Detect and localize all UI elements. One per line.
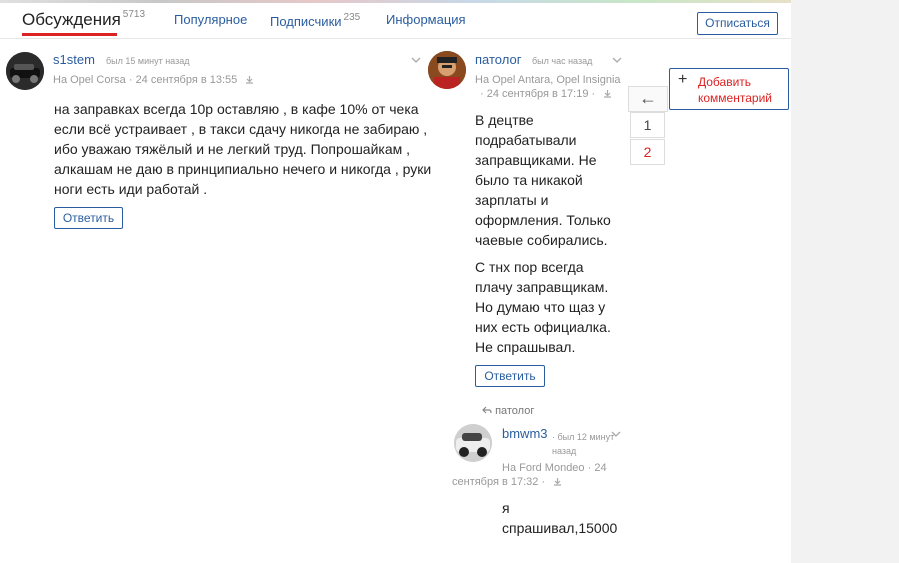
comment-meta: сентября в 17:32 ·	[452, 476, 562, 488]
last-seen-text: был 15 минут назад	[106, 56, 190, 66]
reply-button[interactable]: Ответить	[475, 365, 545, 387]
comment-date-part[interactable]: сентября в 17:32	[452, 476, 538, 488]
tab-info[interactable]: Информация	[386, 12, 466, 27]
comment-meta: На Opel Corsa · 24 сентября в 13:55	[53, 74, 254, 86]
car-link[interactable]: На Opel Antara, Opel Insignia	[475, 74, 621, 86]
seen-value: был 12 минут назад	[552, 432, 615, 456]
comment-date[interactable]: 24 сентября в 13:55	[136, 74, 238, 86]
chevron-down-icon[interactable]	[611, 430, 621, 438]
username-link[interactable]: s1stem	[53, 52, 95, 67]
avatar[interactable]	[6, 52, 44, 90]
tab-label: Информация	[386, 12, 466, 27]
last-seen-text: был час назад	[532, 56, 593, 66]
meta-separator: ·	[591, 88, 599, 100]
tab-bar: Обсуждения 5713 Популярное Подписчики 235 …	[0, 3, 791, 39]
tab-subscribers[interactable]: Подписчики 235	[270, 12, 360, 29]
anchor-icon[interactable]	[245, 75, 254, 84]
comment-meta: На Ford Mondeo · 24	[502, 462, 607, 474]
tab-discussions[interactable]: Обсуждения 5713	[22, 9, 145, 30]
comment-date-part[interactable]: 24	[594, 462, 606, 474]
meta-separator: ·	[541, 476, 549, 488]
tab-label: Популярное	[174, 12, 248, 27]
meta-separator: ·	[480, 88, 487, 100]
comment-text-line: я	[502, 500, 510, 516]
comment-text: В децтве подрабатывали заправщиками. Не …	[475, 112, 611, 248]
username-link[interactable]: bmwm3	[502, 426, 548, 441]
pager-page-2[interactable]: 2	[630, 139, 665, 165]
pager-page-1[interactable]: 1	[630, 112, 665, 138]
username-link[interactable]: патолог	[475, 52, 521, 67]
pager-back-button[interactable]: ←	[628, 86, 668, 112]
avatar[interactable]	[454, 424, 492, 462]
user-avatar-icon	[428, 51, 466, 89]
comment-text: на заправках всегда 10р оставляю , в каф…	[54, 101, 432, 197]
active-tab-underline	[22, 33, 117, 36]
anchor-icon[interactable]	[553, 477, 562, 486]
car-link[interactable]: На Ford Mondeo	[502, 462, 585, 474]
reply-button[interactable]: Ответить	[54, 207, 123, 229]
comment-text: С тнх пор всегда плачу заправщикам. Но д…	[475, 259, 611, 355]
comment-text-line: спрашивал,15000	[502, 520, 618, 536]
add-comment-label: Добавить комментарий	[698, 75, 772, 105]
reply-arrow-icon	[482, 406, 492, 414]
last-seen-text: · был 12 минут назад	[552, 430, 616, 458]
tab-count: 5713	[122, 9, 146, 20]
unsubscribe-button[interactable]: Отписаться	[697, 12, 778, 35]
avatar[interactable]	[428, 51, 466, 89]
plus-icon: +	[678, 71, 688, 88]
reply-to-indicator[interactable]: патолог	[482, 405, 534, 417]
tab-count: 235	[343, 12, 361, 23]
car-link[interactable]: На Opel Corsa	[53, 74, 126, 86]
comment-meta: · 24 сентября в 17:19 ·	[480, 88, 612, 100]
chevron-down-icon[interactable]	[612, 56, 622, 64]
tab-label: Подписчики	[270, 14, 342, 29]
comment-date[interactable]: 24 сентября в 17:19	[487, 88, 589, 100]
car-photo-icon	[454, 424, 492, 462]
meta-separator: ·	[128, 74, 136, 86]
reply-to-user: патолог	[495, 405, 535, 417]
add-comment-button[interactable]: + Добавить комментарий	[669, 68, 789, 110]
chevron-down-icon[interactable]	[411, 56, 421, 64]
anchor-icon[interactable]	[603, 89, 612, 98]
tab-popular[interactable]: Популярное	[174, 12, 247, 27]
car-photo-icon	[6, 52, 44, 90]
tab-label: Обсуждения	[22, 10, 121, 29]
